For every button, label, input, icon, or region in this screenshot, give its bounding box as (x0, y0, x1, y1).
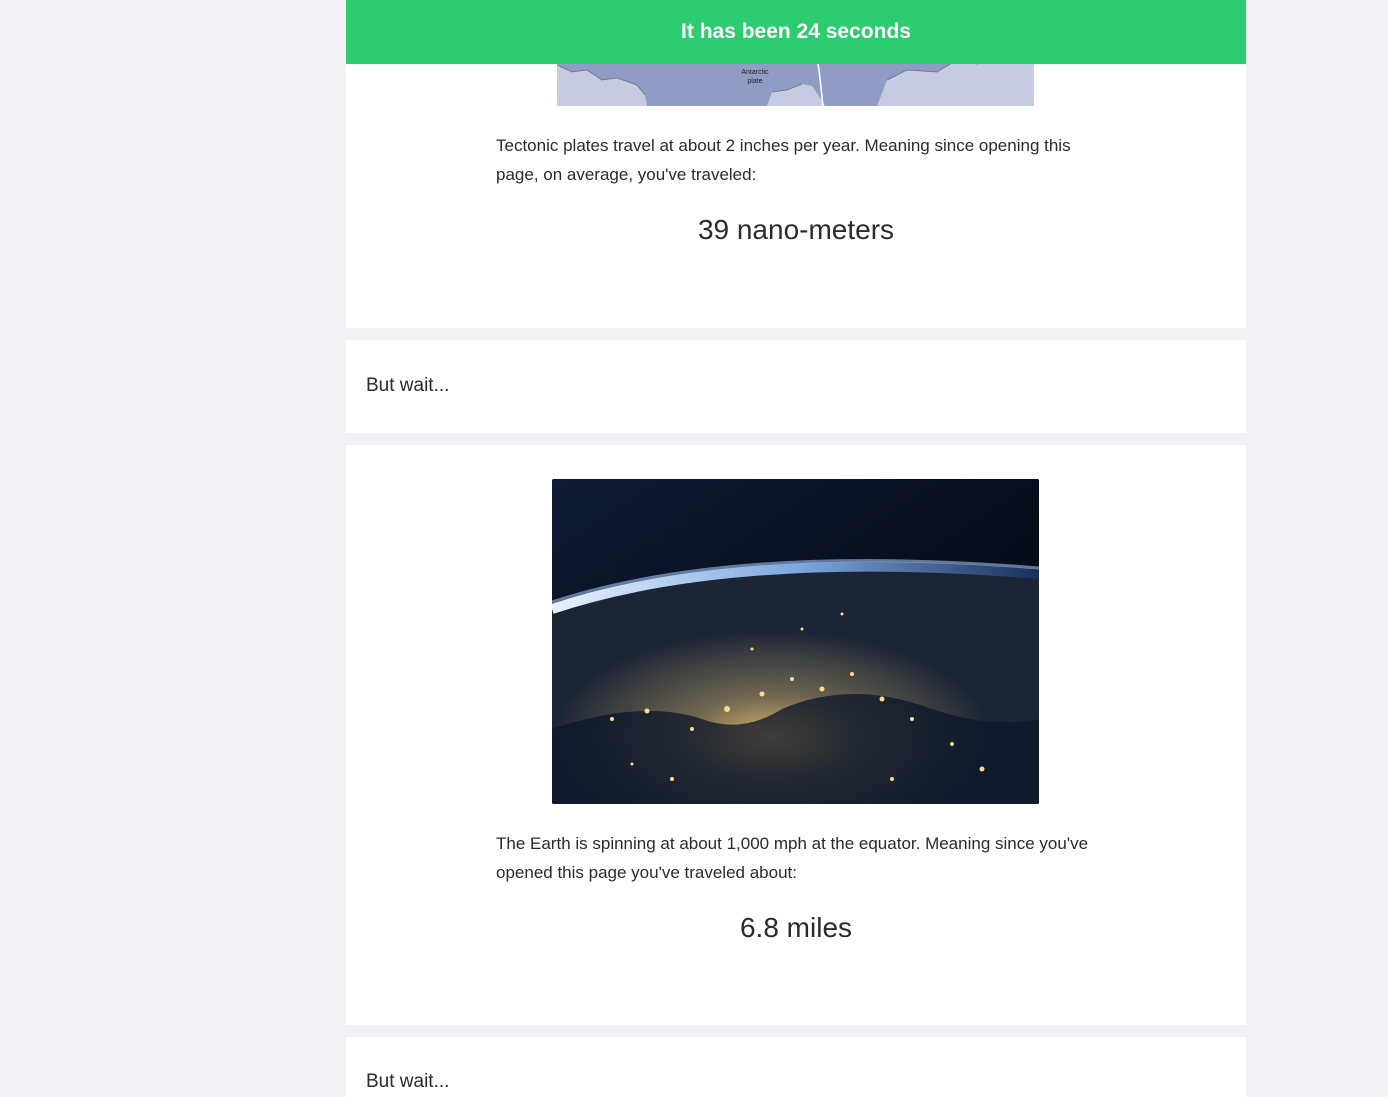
but-wait-text-2: But wait... (366, 1071, 450, 1092)
earth-night-photo-icon (552, 479, 1039, 804)
but-wait-text: But wait... (366, 375, 450, 396)
earth-description: The Earth is spinning at about 1,000 mph… (496, 834, 1089, 882)
tectonic-description: Tectonic plates travel at about 2 inches… (496, 136, 1071, 184)
but-wait-card-2: But wait... (346, 1037, 1246, 1097)
elapsed-time-banner: It has been 24 seconds (346, 0, 1246, 64)
map-plate-label: Antarctic plate (741, 69, 769, 85)
tectonic-distance: 39 nano-meters (697, 214, 895, 245)
earth-distance: 6.8 miles (739, 912, 853, 943)
earth-rotation-card: The Earth is spinning at about 1,000 mph… (346, 445, 1246, 1025)
elapsed-time-text: It has been 24 seconds (681, 20, 911, 43)
but-wait-card: But wait... (346, 340, 1246, 433)
